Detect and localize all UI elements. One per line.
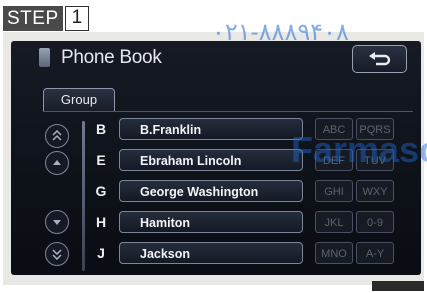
figure-tag [372, 281, 424, 291]
group-button-ghi[interactable]: GHI [315, 180, 353, 202]
group-button-mno[interactable]: MNO [315, 242, 353, 264]
tab-divider [43, 111, 413, 112]
index-letter: H [95, 214, 107, 230]
page-title: Phone Book [61, 47, 162, 68]
index-letter: J [97, 245, 105, 261]
contact-entry[interactable]: Hamiton [119, 211, 303, 233]
down-arrow-icon [53, 220, 61, 225]
watermark-site: Farmasc [291, 129, 427, 170]
double-up-arrow-icon [52, 130, 62, 141]
contact-entry[interactable]: B.Franklin [119, 118, 303, 140]
scroll-down-button[interactable] [45, 210, 69, 234]
page-down-button[interactable] [45, 242, 69, 266]
group-button-0-9[interactable]: 0-9 [356, 211, 394, 233]
return-arrow-icon [368, 52, 390, 66]
contact-entry[interactable]: Jackson [119, 242, 303, 264]
group-button-a-y[interactable]: A-Y [356, 242, 394, 264]
contact-entry[interactable]: George Washington [119, 180, 303, 202]
index-letter: G [95, 183, 107, 199]
back-button[interactable] [352, 45, 407, 73]
step-word: STEP [3, 6, 63, 31]
group-button-jkl[interactable]: JKL [315, 211, 353, 233]
list-divider [82, 121, 85, 271]
group-button-wxy[interactable]: WXY [356, 180, 394, 202]
watermark-phone: ۰۲۱-۸۸۸۹۴۰۸ [212, 19, 349, 46]
contact-entry[interactable]: Ebraham Lincoln [119, 149, 303, 171]
page-up-button[interactable] [45, 124, 69, 148]
double-down-arrow-icon [52, 249, 62, 260]
index-letter: E [96, 152, 106, 168]
group-tab[interactable]: Group [43, 88, 115, 112]
step-number: 1 [64, 6, 90, 31]
step-label: STEP 1 [3, 6, 90, 31]
up-arrow-icon [53, 160, 61, 165]
scroll-up-button[interactable] [45, 151, 69, 175]
index-letter: B [95, 121, 107, 137]
phone-icon [39, 48, 50, 67]
